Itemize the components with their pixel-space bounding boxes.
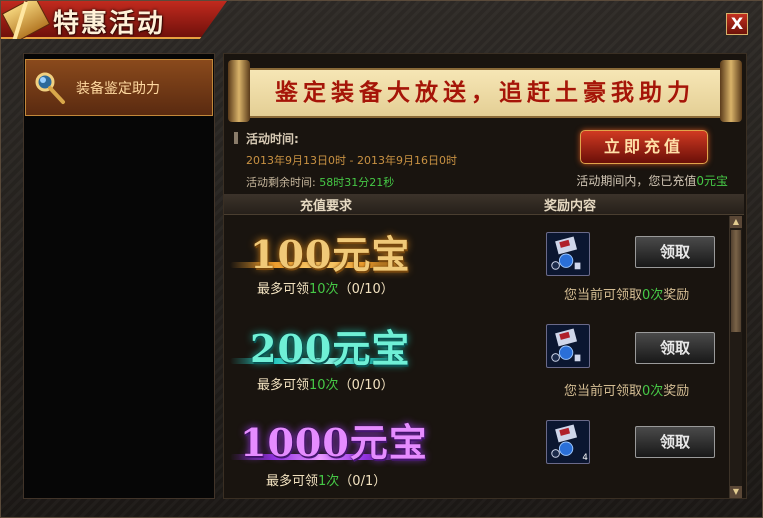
claim-button[interactable]: 领取	[635, 332, 715, 364]
scroll-roll-right	[720, 60, 742, 122]
claim-button[interactable]: 领取	[635, 426, 715, 458]
appraisal-scroll-icon[interactable]: 4	[546, 420, 590, 464]
limit-progress: （0/1）	[339, 474, 387, 489]
charged-amount-label: 活动期间内，您已充值	[576, 174, 697, 188]
limit-label: 最多可领	[257, 378, 310, 393]
charged-amount-value: 0元宝	[696, 174, 728, 188]
claimable-suffix: 奖励	[663, 288, 690, 303]
close-button[interactable]: X	[726, 13, 748, 35]
claimable-value: 0次	[642, 384, 664, 399]
scroll-down-arrow-icon[interactable]: ▼	[730, 486, 742, 498]
event-banner: 鉴定装备大放送，追赶土豪我助力	[226, 60, 744, 122]
tier-limit: 最多可领10次（0/10）	[257, 374, 394, 393]
sidebar-item-label: 装备鉴定助力	[76, 81, 160, 97]
remaining-time-value: 58时31分21秒	[319, 176, 395, 189]
activity-time-range: 2013年9月13日0时 - 2013年9月16日0时	[246, 154, 457, 167]
tier-limit: 最多可领10次（0/10）	[257, 278, 394, 297]
appraisal-scroll-icon[interactable]	[546, 232, 590, 276]
claimable-value: 0次	[642, 288, 664, 303]
event-window: 特惠活动 X 装备鉴定助力 鉴定装备大放送，追赶土豪我助力 活动时间: 2013…	[0, 0, 763, 518]
recharge-now-button[interactable]: 立即充值	[580, 130, 708, 164]
claimable-count: 您当前可领取0次奖励	[564, 380, 689, 399]
activity-time-heading: 活动时间:	[246, 132, 299, 146]
limit-value: 10次	[309, 282, 339, 297]
claimable-count: 您当前可领取0次奖励	[564, 284, 689, 303]
limit-label: 最多可领	[257, 282, 310, 297]
main-panel: 鉴定装备大放送，追赶土豪我助力 活动时间: 2013年9月13日0时 - 201…	[223, 53, 747, 499]
limit-progress: （0/10）	[338, 282, 394, 297]
magnifier-staff-icon	[35, 72, 65, 104]
tier-limit: 最多可领1次（0/1）	[266, 470, 386, 489]
column-header-requirement: 充值要求	[300, 199, 353, 214]
tier-row: 200元宝 最多可领10次（0/10） 领取 您当前可领取0次奖励	[224, 310, 732, 402]
gift-banner-icon	[1, 1, 51, 39]
limit-progress: （0/10）	[338, 378, 394, 393]
title-tab: 特惠活动	[1, 1, 227, 39]
limit-value: 1次	[318, 474, 340, 489]
scroll-up-arrow-icon[interactable]: ▲	[730, 216, 742, 228]
tier-row: 1000元宝 最多可领1次（0/1） 4 领取	[224, 406, 732, 498]
reward-count-badge: 4	[582, 453, 587, 463]
column-header-reward: 奖励内容	[544, 199, 597, 214]
scroll-roll-left	[228, 60, 250, 122]
claimable-label: 您当前可领取	[564, 384, 643, 399]
section-marker	[234, 132, 238, 144]
sidebar-item-equipment-appraisal[interactable]: 装备鉴定助力	[25, 59, 213, 116]
tier-amount: 1000元宝	[240, 420, 428, 465]
scrollbar[interactable]: ▲ ▼	[729, 216, 742, 498]
window-title: 特惠活动	[53, 9, 166, 39]
scroll-thumb[interactable]	[731, 230, 741, 332]
sidebar: 装备鉴定助力	[23, 53, 215, 499]
claim-button[interactable]: 领取	[635, 236, 715, 268]
banner-scroll: 鉴定装备大放送，追赶土豪我助力	[246, 68, 724, 118]
banner-text: 鉴定装备大放送，追赶土豪我助力	[275, 79, 695, 106]
tier-amount: 100元宝	[250, 232, 411, 277]
tier-list: 100元宝 最多可领10次（0/10） 领取 您当前可领取0次奖励 200元宝 …	[224, 216, 732, 498]
remaining-time: 活动剩余时间: 58时31分21秒	[246, 174, 394, 190]
tier-row: 100元宝 最多可领10次（0/10） 领取 您当前可领取0次奖励	[224, 216, 732, 308]
claimable-suffix: 奖励	[663, 384, 690, 399]
limit-value: 10次	[309, 378, 339, 393]
table-header: 充值要求 奖励内容	[224, 194, 744, 215]
limit-label: 最多可领	[266, 474, 319, 489]
remaining-time-label: 活动剩余时间:	[246, 176, 316, 189]
appraisal-scroll-icon[interactable]	[546, 324, 590, 368]
tier-amount: 200元宝	[250, 326, 411, 371]
charged-amount-note: 活动期间内，您已充值0元宝	[576, 172, 728, 189]
claimable-label: 您当前可领取	[564, 288, 643, 303]
